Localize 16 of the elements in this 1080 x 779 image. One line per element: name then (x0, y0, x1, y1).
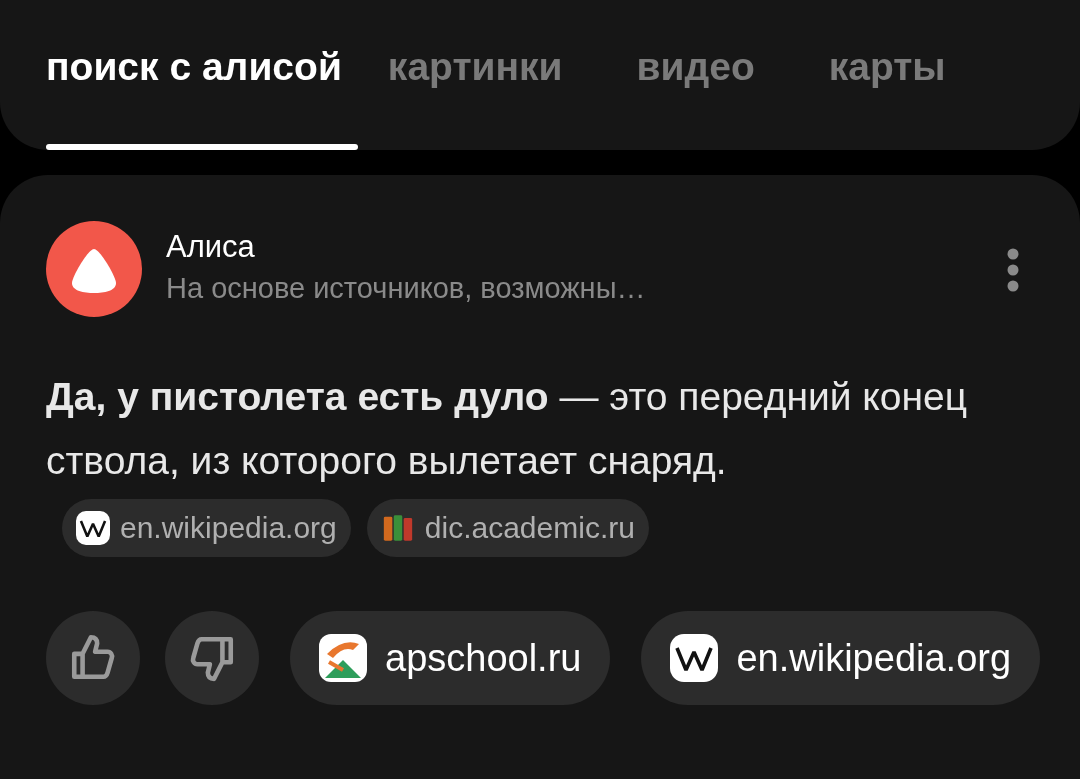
wikipedia-icon (670, 634, 719, 682)
source-button[interactable]: en.wikipedia.org (641, 611, 1041, 705)
tab[interactable]: карты (828, 42, 962, 150)
source-button[interactable]: apschool.ru (290, 611, 611, 705)
school-logo-icon (319, 634, 367, 682)
assistant-avatar-icon (46, 221, 142, 317)
more-options-icon[interactable] (1006, 247, 1020, 293)
answer-subtitle: На основе источников, возможны… (166, 271, 646, 306)
source-chip[interactable]: en.wikipedia.org (62, 498, 351, 557)
wikipedia-icon (76, 510, 110, 545)
tab[interactable]: видео (636, 42, 771, 150)
tab[interactable]: картинки (387, 42, 579, 150)
tab[interactable]: поиск с алисой (46, 42, 358, 150)
author-name: Алиса (166, 228, 256, 266)
answer-text: Да, у пистолета есть дуло — это передний конец ствола, из которого вылетает снаряд. (46, 375, 968, 482)
source-chip[interactable]: dic.academic.ru (366, 498, 649, 557)
